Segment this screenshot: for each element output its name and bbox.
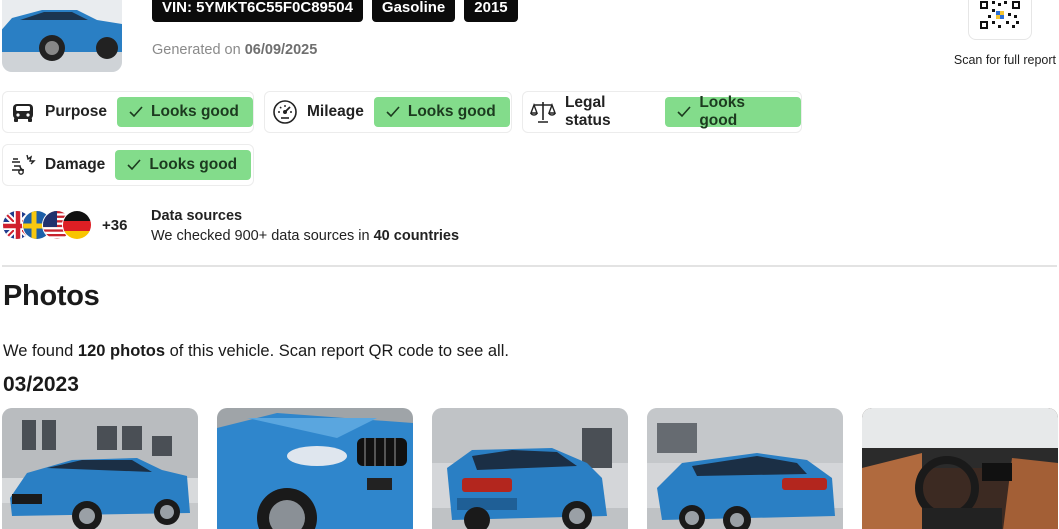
status-badge: Looks good [117, 97, 253, 127]
extra-countries-count: +36 [102, 217, 128, 234]
year-tag: 2015 [464, 0, 518, 22]
check-label: Damage [45, 156, 106, 173]
check-icon [677, 106, 691, 118]
vin-tag: VIN: 5YMKT6C55F0C89504 [152, 0, 363, 22]
germany-flag-icon [62, 210, 92, 240]
status-badge: Looks good [665, 94, 801, 129]
generated-date: 06/09/2025 [244, 42, 318, 58]
photos-heading: Photos [3, 280, 100, 312]
data-sources-title: Data sources [151, 208, 243, 224]
generated-date-line: Generated on 06/09/2025 [152, 42, 318, 58]
check-icon [386, 106, 400, 118]
check-damage: Damage Looks good [2, 144, 254, 186]
check-purpose: Purpose Looks good [2, 91, 254, 133]
check-icon [127, 159, 141, 171]
qr-code-icon [978, 0, 1022, 31]
check-label: Mileage [307, 103, 364, 120]
car-thumbnail [2, 0, 122, 72]
check-label: Legal status [564, 94, 611, 129]
fuel-tag: Gasoline [371, 0, 456, 22]
scales-icon [529, 98, 557, 126]
vehicle-photo-2[interactable] [217, 408, 413, 529]
vehicle-photo-5[interactable] [862, 408, 1058, 529]
qr-label: Scan for full report [953, 53, 1056, 67]
check-icon [129, 106, 143, 118]
data-sources-text: We checked 900+ data sources in 40 count… [151, 228, 460, 244]
photo-date: 03/2023 [3, 373, 79, 396]
photos-found-text: We found 120 photos of this vehicle. Sca… [3, 342, 509, 360]
country-flags [2, 210, 102, 242]
crash-icon [9, 151, 37, 179]
check-label: Purpose [45, 103, 108, 120]
vehicle-photo-3[interactable] [432, 408, 628, 529]
speedometer-icon [271, 98, 299, 126]
vehicle-photo-1[interactable] [2, 408, 198, 529]
status-badge: Looks good [115, 150, 252, 180]
vehicle-tags: VIN: 5YMKT6C55F0C89504 Gasoline 2015 [152, 0, 518, 22]
vehicle-photo-4[interactable] [647, 408, 843, 529]
section-divider [2, 265, 1057, 267]
check-mileage: Mileage Looks good [264, 91, 512, 133]
check-legal-status: Legal status Looks good [522, 91, 802, 133]
car-front-icon [9, 98, 37, 126]
status-badge: Looks good [373, 97, 510, 127]
qr-code[interactable] [968, 0, 1032, 40]
